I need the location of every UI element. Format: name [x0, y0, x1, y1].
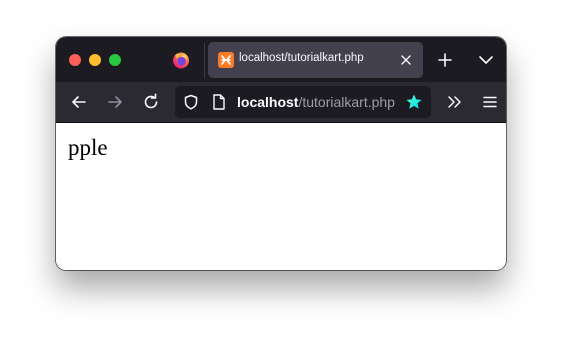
xampp-icon: [218, 52, 234, 68]
chevrons-right-icon[interactable]: [445, 93, 463, 111]
page-text: pple: [68, 135, 108, 160]
address-bar[interactable]: localhost/tutorialkart.php: [175, 86, 431, 118]
firefox-icon[interactable]: [172, 51, 190, 69]
arrow-left-icon[interactable]: [70, 93, 88, 111]
url-host: localhost: [237, 94, 299, 110]
arrow-right-icon[interactable]: [106, 93, 124, 111]
navigation-toolbar: localhost/tutorialkart.php: [56, 82, 506, 123]
url-text[interactable]: localhost/tutorialkart.php: [237, 94, 395, 110]
page-icon[interactable]: [212, 94, 226, 110]
url-path: /tutorialkart.php: [298, 94, 395, 110]
tab-close-icon[interactable]: [397, 51, 415, 69]
tab-separator: [204, 43, 205, 79]
reload-icon[interactable]: [142, 93, 160, 111]
tab-title: localhost/tutorialkart.php: [239, 52, 364, 64]
page-content: pple: [56, 123, 506, 270]
hamburger-menu-icon[interactable]: [481, 93, 499, 111]
close-window-button[interactable]: [69, 54, 81, 66]
tab-active[interactable]: localhost/tutorialkart.php: [208, 42, 423, 78]
shield-icon[interactable]: [183, 94, 199, 110]
browser-window: localhost/tutorialkart.php localhost/tut…: [56, 37, 506, 270]
bookmark-star-icon[interactable]: [405, 93, 423, 111]
zoom-window-button[interactable]: [109, 54, 121, 66]
minimize-window-button[interactable]: [89, 54, 101, 66]
chevron-down-icon[interactable]: [478, 53, 494, 67]
new-tab-plus-icon[interactable]: [437, 52, 453, 68]
title-bar: localhost/tutorialkart.php: [56, 37, 506, 82]
